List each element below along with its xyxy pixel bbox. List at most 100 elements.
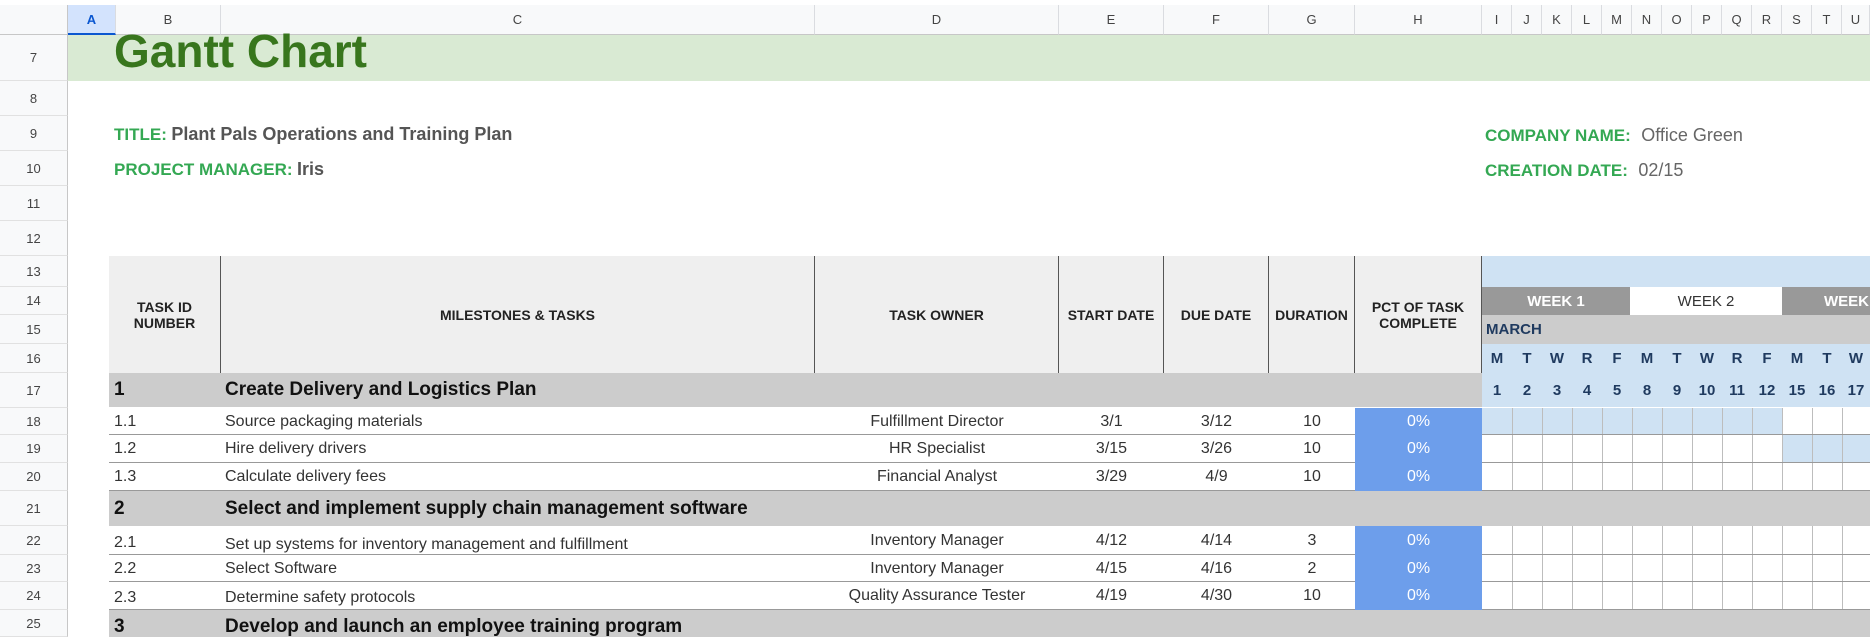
- row-header-22[interactable]: 22: [0, 526, 68, 555]
- task-2-2-duration: 2: [1307, 559, 1317, 577]
- group-1-id: 1: [114, 379, 125, 400]
- task-1-1-pct[interactable]: 0%: [1355, 408, 1482, 435]
- task-2-1-pct[interactable]: 0%: [1355, 526, 1482, 555]
- row-header-21[interactable]: 21: [0, 491, 68, 526]
- row-header-7[interactable]: 7: [0, 35, 68, 81]
- company-name-field[interactable]: COMPANY NAME: Office Green: [1485, 125, 1743, 146]
- row-header-16[interactable]: 16: [0, 344, 68, 373]
- header-milestones-tasks[interactable]: MILESTONES & TASKS: [221, 256, 815, 373]
- col-header-n[interactable]: N: [1632, 5, 1662, 35]
- col-header-e[interactable]: E: [1059, 5, 1164, 35]
- row-header-12[interactable]: 12: [0, 221, 68, 256]
- col-header-t[interactable]: T: [1812, 5, 1842, 35]
- week-2-label[interactable]: WEEK 2: [1630, 287, 1782, 315]
- row-header-20[interactable]: 20: [0, 463, 68, 491]
- col-header-m[interactable]: M: [1602, 5, 1632, 35]
- month-label[interactable]: MARCH: [1482, 315, 1870, 344]
- creation-date-label: CREATION DATE:: [1485, 161, 1628, 180]
- col-header-f[interactable]: F: [1164, 5, 1269, 35]
- week-1-label[interactable]: WEEK 1: [1482, 287, 1630, 315]
- title-label: TITLE:: [114, 125, 167, 144]
- week-3-label[interactable]: WEEK: [1782, 287, 1870, 315]
- col-header-u[interactable]: U: [1842, 5, 1870, 35]
- header-duration[interactable]: DURATION: [1269, 256, 1355, 373]
- row-header-18[interactable]: 18: [0, 408, 68, 435]
- row-header-24[interactable]: 24: [0, 582, 68, 610]
- day-number-4: 4: [1582, 381, 1592, 399]
- row-header-19[interactable]: 19: [0, 435, 68, 463]
- task-1-3-pct[interactable]: 0%: [1355, 463, 1482, 491]
- col-header-r[interactable]: R: [1752, 5, 1782, 35]
- row-header-13[interactable]: 13: [0, 256, 68, 287]
- sheet-title[interactable]: Gantt Chart: [114, 28, 367, 74]
- day-number-6: 8: [1642, 381, 1652, 399]
- day-number-10: 12: [1758, 381, 1776, 399]
- task-1-2-pct[interactable]: 0%: [1355, 435, 1482, 463]
- row-header-23[interactable]: 23: [0, 555, 68, 582]
- col-header-d[interactable]: D: [815, 5, 1059, 35]
- col-header-p[interactable]: P: [1692, 5, 1722, 35]
- select-all-corner[interactable]: [0, 5, 68, 35]
- project-manager-label: PROJECT MANAGER:: [114, 160, 293, 179]
- group-3-id: 3: [114, 616, 125, 637]
- task-2-1-owner: Inventory Manager: [870, 531, 1004, 549]
- day-number-5: 5: [1612, 381, 1622, 399]
- header-pct-complete[interactable]: PCT OF TASK COMPLETE: [1355, 256, 1482, 373]
- task-2-1-duration: 3: [1307, 531, 1317, 549]
- header-start-date[interactable]: START DATE: [1059, 256, 1164, 373]
- spreadsheet: A B C D E F G H I J K L M N O P Q R S T …: [0, 0, 1870, 637]
- task-1-2-due: 3/26: [1200, 440, 1233, 457]
- col-header-g[interactable]: G: [1269, 5, 1355, 35]
- task-2-3-name: Determine safety protocols: [225, 589, 416, 606]
- row-header-14[interactable]: 14: [0, 287, 68, 315]
- col-header-a[interactable]: A: [68, 5, 116, 35]
- weekday-9: R: [1731, 350, 1743, 367]
- task-2-3-duration: 10: [1303, 587, 1321, 604]
- task-2-2-pct[interactable]: 0%: [1355, 555, 1482, 582]
- col-header-q[interactable]: Q: [1722, 5, 1752, 35]
- task-2-3-due: 4/30: [1200, 587, 1233, 604]
- day-number-12: 16: [1818, 381, 1836, 399]
- day-number-3: 3: [1552, 381, 1562, 399]
- row-header-17[interactable]: 17: [0, 373, 68, 408]
- task-2-1-due: 4/14: [1200, 531, 1233, 549]
- company-name-value: Office Green: [1641, 125, 1743, 145]
- creation-date-field[interactable]: CREATION DATE: 02/15: [1485, 160, 1683, 181]
- row-header-25[interactable]: 25: [0, 610, 68, 637]
- weekday-13: W: [1848, 350, 1864, 367]
- row-header-8[interactable]: 8: [0, 81, 68, 116]
- task-2-2-id: 2.2: [114, 559, 137, 577]
- col-header-i[interactable]: I: [1482, 5, 1512, 35]
- row-header-9[interactable]: 9: [0, 116, 68, 151]
- task-2-2-owner: Inventory Manager: [870, 559, 1004, 577]
- col-header-o[interactable]: O: [1662, 5, 1692, 35]
- header-task-id[interactable]: TASK ID NUMBER: [109, 256, 221, 373]
- title-field[interactable]: TITLE: Plant Pals Operations and Trainin…: [114, 124, 512, 145]
- project-manager-field[interactable]: PROJECT MANAGER: Iris: [114, 159, 324, 180]
- weekday-11: M: [1790, 350, 1804, 367]
- col-header-j[interactable]: J: [1512, 5, 1542, 35]
- project-manager-value: Iris: [296, 159, 324, 179]
- group-2-name: Select and implement supply chain manage…: [225, 497, 748, 519]
- task-2-3-start: 4/19: [1095, 587, 1128, 604]
- task-1-2-id: 1.2: [114, 440, 137, 457]
- weekday-12: T: [1822, 350, 1832, 367]
- task-1-2-owner: HR Specialist: [888, 440, 986, 457]
- row-header-15[interactable]: 15: [0, 315, 68, 344]
- task-1-1-due: 3/12: [1200, 412, 1233, 430]
- task-1-3-duration: 10: [1303, 468, 1321, 485]
- task-2-3-pct[interactable]: 0%: [1355, 582, 1482, 610]
- creation-date-value: 02/15: [1638, 160, 1684, 180]
- group-3-name: Develop and launch an employee training …: [225, 616, 683, 637]
- col-header-s[interactable]: S: [1782, 5, 1812, 35]
- header-task-owner[interactable]: TASK OWNER: [815, 256, 1059, 373]
- col-header-l[interactable]: L: [1572, 5, 1602, 35]
- row-header-10[interactable]: 10: [0, 151, 68, 186]
- task-2-2-name: Select Software: [225, 559, 338, 577]
- row-header-11[interactable]: 11: [0, 186, 68, 221]
- task-2-2-start: 4/15: [1095, 559, 1128, 577]
- col-header-h[interactable]: H: [1355, 5, 1482, 35]
- header-due-date[interactable]: DUE DATE: [1164, 256, 1269, 373]
- col-header-k[interactable]: K: [1542, 5, 1572, 35]
- task-1-2-start: 3/15: [1095, 440, 1128, 457]
